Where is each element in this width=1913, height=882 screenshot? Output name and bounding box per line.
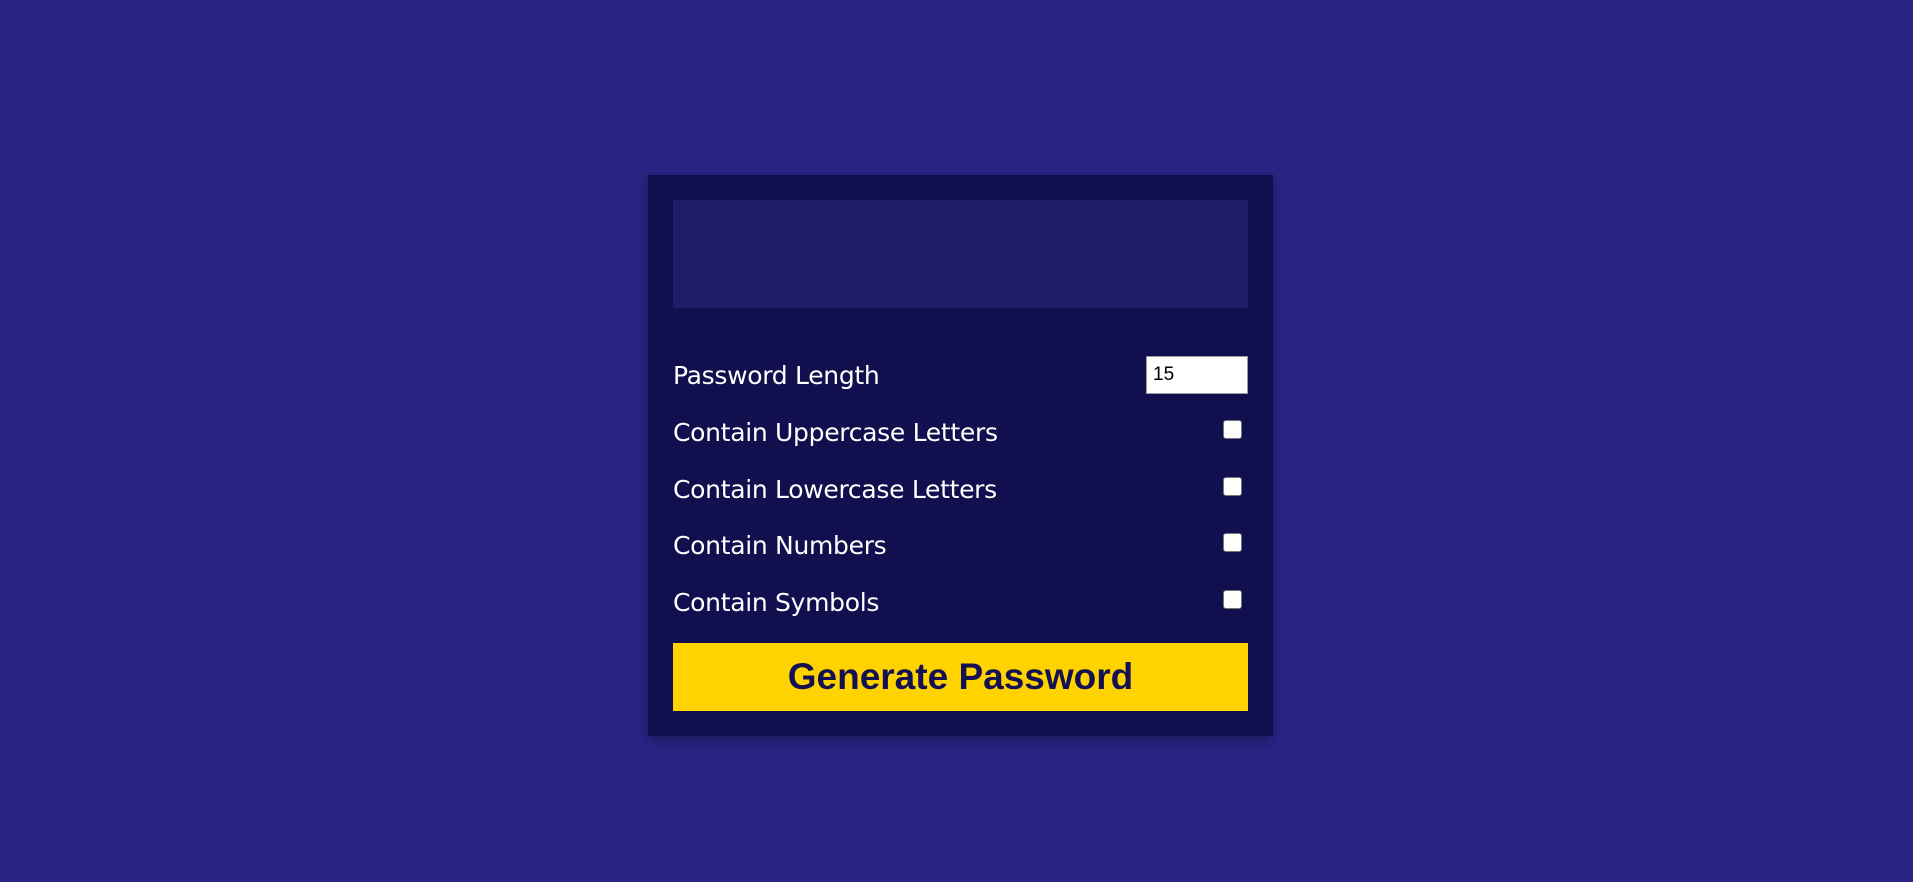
password-length-input[interactable] [1146, 356, 1248, 394]
symbols-label: Contain Symbols [673, 587, 880, 617]
lowercase-row: Contain Lowercase Letters [673, 469, 1248, 509]
symbols-row: Contain Symbols [673, 582, 1248, 622]
generate-password-button[interactable]: Generate Password [673, 643, 1248, 711]
password-length-row: Password Length [673, 355, 1248, 395]
generate-password-button-label: Generate Password [787, 656, 1134, 697]
uppercase-row: Contain Uppercase Letters [673, 412, 1248, 452]
uppercase-label: Contain Uppercase Letters [673, 417, 998, 447]
password-length-label: Password Length [673, 360, 880, 390]
numbers-row: Contain Numbers [673, 525, 1248, 565]
numbers-checkbox[interactable] [1223, 532, 1242, 552]
lowercase-label: Contain Lowercase Letters [673, 474, 997, 504]
symbols-checkbox[interactable] [1223, 589, 1242, 609]
numbers-label: Contain Numbers [673, 530, 887, 560]
lowercase-checkbox[interactable] [1223, 476, 1242, 496]
password-generator-card: Password Length Contain Uppercase Letter… [648, 175, 1273, 736]
password-result-display[interactable] [673, 200, 1248, 308]
uppercase-checkbox[interactable] [1223, 419, 1242, 439]
